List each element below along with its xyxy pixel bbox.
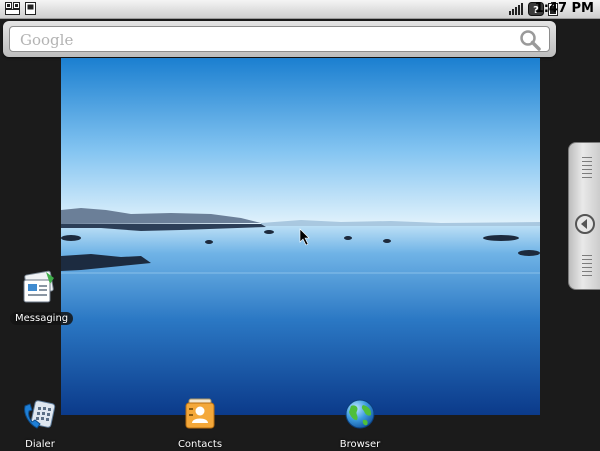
grip-line [582,157,592,158]
grip-line [582,169,592,170]
grip-line [582,263,592,264]
messaging-label: Messaging [10,312,74,325]
browser-label: Browser [339,439,381,450]
notification-icon [5,2,20,15]
grip-line [582,173,592,174]
app-drawer-handle[interactable] [568,142,600,290]
dialer-icon [24,400,56,429]
browser-globe-icon [345,399,375,429]
status-bar[interactable]: ? 1:47 PM [0,0,600,19]
grip-line [582,165,592,166]
grip-line [582,259,592,260]
grip-line [582,271,592,272]
google-search-widget[interactable]: Google [3,21,556,57]
grip-line [582,255,592,256]
search-icon[interactable] [519,29,541,51]
clock: 1:47 PM [534,1,594,16]
contacts-label: Contacts [177,439,223,450]
app-shortcut-browser[interactable]: Browser [330,396,390,451]
app-shortcut-messaging[interactable]: Messaging [10,270,74,325]
chevron-left-icon [575,214,595,234]
grip-line [582,161,592,162]
search-placeholder: Google [20,31,74,49]
messaging-icon [23,270,54,303]
wallpaper-lake [61,58,540,415]
search-input[interactable]: Google [9,26,550,52]
app-shortcut-dialer[interactable]: Dialer [12,396,68,451]
grip-line [582,177,592,178]
dialer-label: Dialer [25,439,55,450]
sim-card-icon [25,2,36,15]
grip-line [582,275,592,276]
contacts-icon [185,398,215,429]
signal-icon [509,3,523,15]
grip-line [582,267,592,268]
app-shortcut-contacts[interactable]: Contacts [170,396,230,451]
